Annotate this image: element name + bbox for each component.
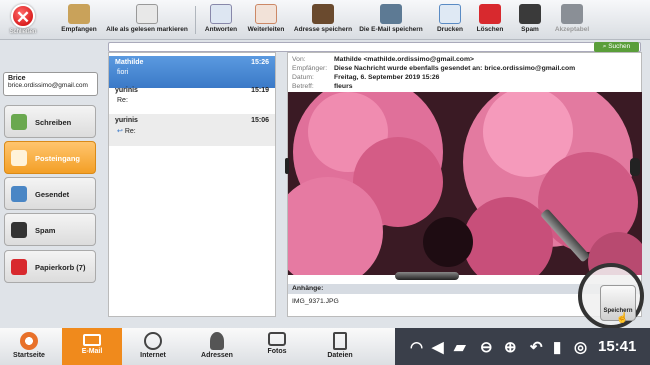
horizontal-scrollbar[interactable] [395,272,459,280]
delete-button[interactable]: Löschen [472,2,508,38]
volume-icon[interactable]: ◀ [432,338,444,356]
files-icon [333,332,347,350]
battery-icon[interactable]: ▰ [454,338,466,356]
reply-icon [210,4,232,24]
search-input[interactable] [108,42,641,52]
spam-folder-icon [11,222,27,238]
sent-icon [11,186,27,202]
mark-read-icon [136,4,158,24]
compose-icon [11,114,27,130]
folder-inbox[interactable]: Posteingang [4,141,96,174]
forward-icon [255,4,277,24]
camera-icon [268,332,286,346]
trash-icon [479,4,501,24]
print-button[interactable]: Drucken [432,2,468,38]
acceptable-button[interactable]: Akzeptabel [551,2,593,38]
nav-files[interactable]: Dateien [315,330,365,364]
nav-internet[interactable]: Internet [128,330,178,364]
message-row[interactable]: yurinis 15:06 ↩ Re: [109,114,275,146]
undo-icon[interactable]: ↶ [530,338,543,356]
spam-button[interactable]: Spam [512,2,548,38]
wifi-icon[interactable]: ◠ [410,338,423,356]
hand-cursor-icon: ☝ [616,313,629,324]
nav-photos[interactable]: Fotos [253,330,301,364]
globe-icon [144,332,162,350]
receive-button[interactable]: Empfangen [55,2,103,38]
nav-addresses[interactable]: Adressen [192,330,242,364]
image-scroll-right[interactable] [630,158,640,176]
envelope-icon [83,334,101,346]
toolbar-divider [195,6,196,34]
account-name: Brice [8,75,26,82]
replied-icon: ↩ [117,128,123,135]
folder-compose[interactable]: Schreiben [4,105,96,138]
save-email-icon [380,4,402,24]
clock: 15:41 [598,338,637,355]
message-row[interactable]: yurinis 15:19 Re: [109,84,275,116]
spam-bin-icon [519,4,541,24]
address-book-icon [312,4,334,24]
home-logo-icon [20,332,38,350]
nav-home[interactable]: Startseite [5,330,53,364]
image-scroll-left[interactable] [285,158,289,174]
save-address-button[interactable]: Adresse speichern [293,2,353,38]
trash-count: (7) [76,263,86,272]
help-icon[interactable]: ◎ [574,338,587,356]
trash-folder-icon [11,259,27,275]
reply-button[interactable]: Antworten [202,2,240,38]
receive-icon [68,4,90,24]
nav-email[interactable]: E-Mail [62,328,122,365]
account-card[interactable]: Brice brice.ordissimo@gmail.com [3,72,98,96]
attachment-file[interactable]: IMG_9371.JPG [288,298,339,305]
close-button[interactable]: ✕ Schließen [3,2,43,38]
forward-button[interactable]: Weiterleiten [243,2,289,38]
message-list: Mathilde 15:26 fiori yurinis 15:19 Re: y… [108,52,276,317]
acceptable-bin-icon [561,4,583,24]
folder-trash[interactable]: Papierkorb (7) [4,250,96,283]
printer-icon [439,4,461,24]
account-email: brice.ordissimo@gmail.com [8,82,88,89]
header-recipient: Empfänger: Diese Nachricht wurde ebenfall… [292,65,576,72]
zoom-out-icon[interactable]: ⊖ [480,338,493,356]
header-date: Datum: Freitag, 6. September 2019 15:26 [292,74,440,81]
zoom-in-icon[interactable]: ⊕ [504,338,517,356]
close-icon: ✕ [11,4,35,28]
header-subject: Betreff: fleurs [292,83,353,90]
inbox-icon [11,150,27,166]
header-from: Von: Mathilde <mathilde.ordissimo@gmail.c… [292,56,474,63]
contacts-icon [210,332,224,350]
folder-spam[interactable]: Spam [4,213,96,246]
trash-status-icon[interactable]: ▮ [553,338,561,356]
attached-photo [288,92,642,275]
mark-all-read-button[interactable]: Alle als gelesen markieren [104,2,190,38]
folder-sent[interactable]: Gesendet [4,177,96,210]
save-email-button[interactable]: Die E-Mail speichern [356,2,426,38]
search-button[interactable]: ⌕ Suchen [594,42,639,52]
